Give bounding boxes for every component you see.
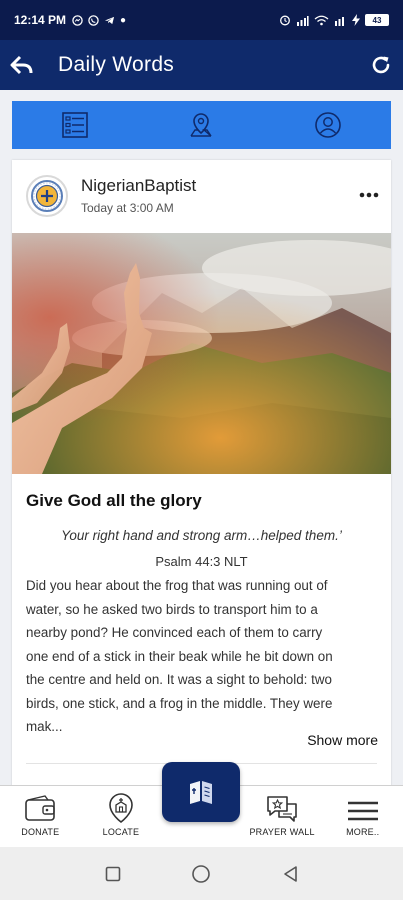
nav-prayer-wall[interactable]: PRAYER WALL xyxy=(242,786,323,847)
home-icon[interactable] xyxy=(191,864,211,884)
user-circle-icon xyxy=(315,112,341,138)
back-arrow-icon xyxy=(10,55,33,75)
post-author[interactable]: NigerianBaptist xyxy=(81,176,196,196)
tab-location[interactable] xyxy=(138,101,264,149)
nav-donate-label: DONATE xyxy=(21,827,60,837)
church-pin-icon xyxy=(109,793,133,823)
nav-more-label: MORE.. xyxy=(346,827,380,837)
telegram-icon xyxy=(104,16,115,24)
post-body: Did you hear about the frog that was run… xyxy=(26,574,378,739)
post-body-line: water, so he asked two birds to transpor… xyxy=(26,601,318,617)
refresh-icon xyxy=(372,56,390,74)
nav-locate[interactable]: LOCATE xyxy=(81,786,162,847)
battery-icon: 43 xyxy=(365,14,389,26)
network-4g-icon xyxy=(335,16,344,26)
menu-icon xyxy=(347,801,378,821)
post-body-line: one end of a stick in their beak while h… xyxy=(26,648,333,664)
messenger-icon xyxy=(72,14,83,26)
notification-dot-icon: ● xyxy=(120,14,127,26)
nav-more[interactable]: MORE.. xyxy=(322,786,403,847)
signal-icon xyxy=(297,15,309,26)
post-verse: Your right hand and strong arm…helped th… xyxy=(61,528,342,543)
system-nav-bar xyxy=(0,847,403,900)
post-image xyxy=(12,233,391,474)
status-bar: 12:14 PM ● 43 xyxy=(0,0,403,40)
app-bar: Daily Words xyxy=(0,40,403,90)
avatar[interactable] xyxy=(26,175,68,217)
more-options-button[interactable] xyxy=(359,180,379,202)
tab-profile[interactable] xyxy=(265,101,391,149)
alarm-icon xyxy=(280,15,290,26)
back-button[interactable] xyxy=(0,40,44,90)
back-triangle-icon[interactable] xyxy=(282,865,298,883)
post-body-line: the centre and held on. It was a sight t… xyxy=(26,672,332,687)
nav-prayer-wall-label: PRAYER WALL xyxy=(249,827,315,837)
wifi-signal-icon xyxy=(314,15,329,25)
wallet-icon xyxy=(25,795,56,821)
recent-apps-icon[interactable] xyxy=(105,866,121,882)
show-more-link[interactable]: Show more xyxy=(307,732,378,748)
prayer-chat-icon xyxy=(267,796,297,822)
post-body-line: Did you hear about the frog that was run… xyxy=(26,578,328,593)
post-card: NigerianBaptist Today at 3:00 AM Give Go… xyxy=(12,160,391,800)
tab-list[interactable] xyxy=(12,101,138,149)
post-title: Give God all the glory xyxy=(26,491,202,510)
nav-daily-words-button[interactable] xyxy=(162,762,240,822)
tab-bar xyxy=(12,101,391,149)
nav-donate[interactable]: DONATE xyxy=(0,786,81,847)
bible-icon xyxy=(190,781,212,804)
whatsapp-icon xyxy=(88,14,99,26)
post-header: NigerianBaptist Today at 3:00 AM xyxy=(12,160,391,232)
more-horizontal-icon xyxy=(359,192,379,198)
list-icon xyxy=(62,112,88,138)
nav-locate-label: LOCATE xyxy=(102,827,140,837)
post-body-line: birds, one stick, and a frog in the midd… xyxy=(26,695,333,711)
charging-icon xyxy=(352,14,360,26)
page-title: Daily Words xyxy=(58,53,175,76)
location-pin-icon xyxy=(190,113,213,137)
church-logo-icon xyxy=(31,180,63,212)
post-reference: Psalm 44:3 NLT xyxy=(155,554,248,569)
post-body-line: nearby pond? He convinced each of them t… xyxy=(26,625,323,640)
status-time: 12:14 PM xyxy=(14,13,67,27)
refresh-button[interactable] xyxy=(359,40,403,90)
post-time: Today at 3:00 AM xyxy=(81,201,174,215)
